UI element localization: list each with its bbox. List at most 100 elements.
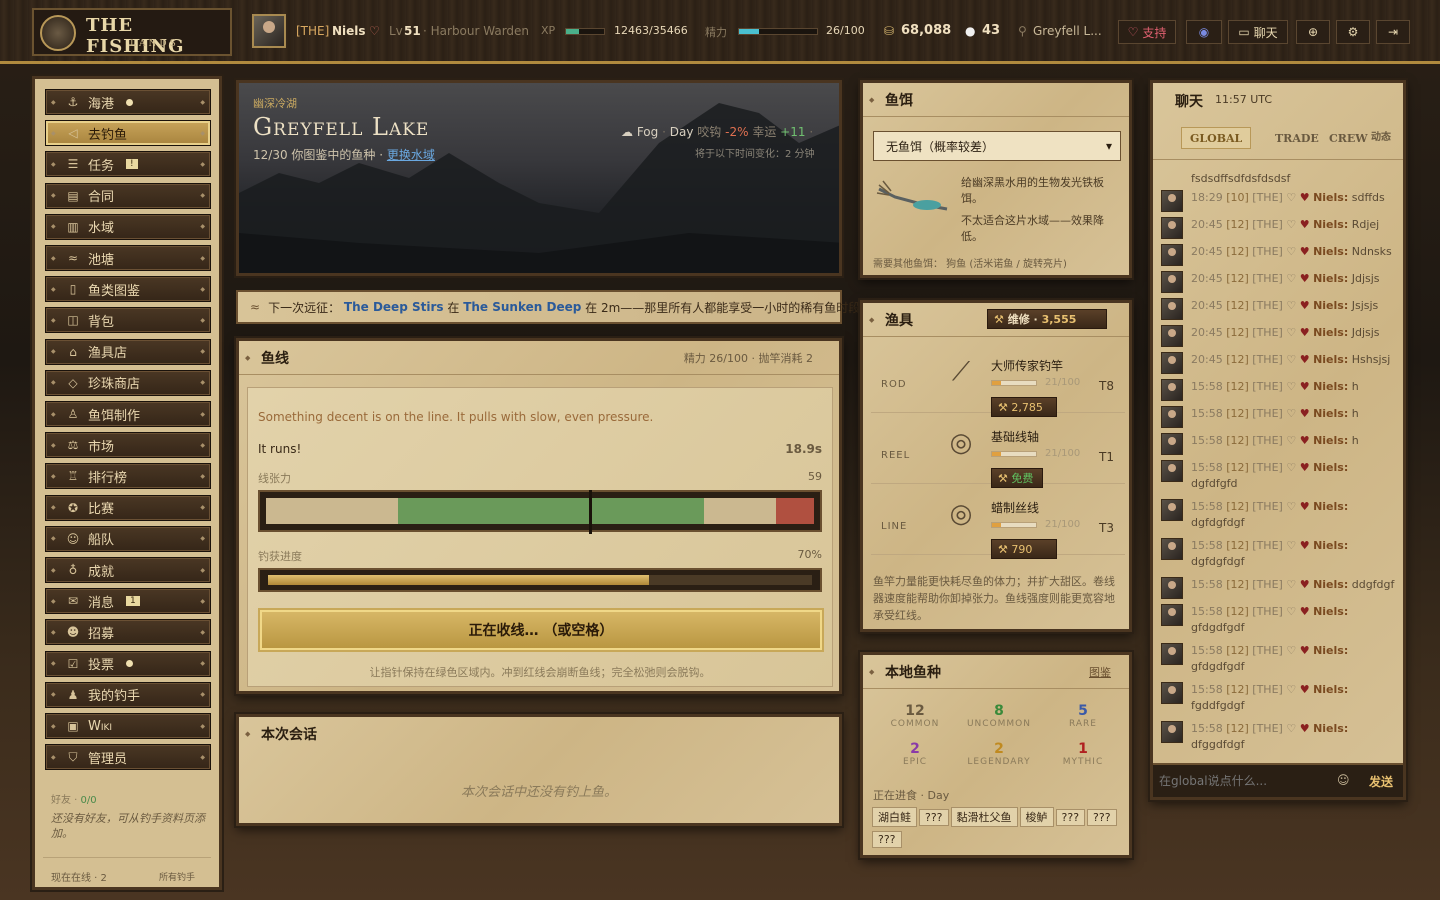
sidebar-item-6[interactable]: ▯ 鱼类图鉴 bbox=[45, 276, 211, 303]
chat-avatar[interactable] bbox=[1161, 460, 1183, 482]
msg-author[interactable]: Niels: bbox=[1313, 272, 1348, 285]
chat-avatar[interactable] bbox=[1161, 379, 1183, 401]
species-tag[interactable]: ??? bbox=[1055, 809, 1086, 826]
sidebar-item-2[interactable]: ☰ 任务! bbox=[45, 151, 211, 178]
msg-author[interactable]: Niels: bbox=[1313, 605, 1348, 618]
sidebar-item-1[interactable]: ◁ 去钓鱼 bbox=[45, 120, 211, 147]
chat-avatar[interactable] bbox=[1161, 325, 1183, 347]
current-location[interactable]: Greyfell L... bbox=[1033, 24, 1102, 38]
chat-avatar[interactable] bbox=[1161, 604, 1183, 626]
chat-avatar[interactable] bbox=[1161, 433, 1183, 455]
chat-avatar[interactable] bbox=[1161, 244, 1183, 266]
chat-avatar[interactable] bbox=[1161, 190, 1183, 212]
sidebar-item-20[interactable]: ▣ Wiki bbox=[45, 713, 211, 739]
chat-avatar[interactable] bbox=[1161, 352, 1183, 374]
sidebar-item-12[interactable]: ♖ 排行榜 bbox=[45, 463, 211, 490]
game-logo[interactable]: THE FISHING LANDS bbox=[32, 8, 232, 57]
sidebar-item-0[interactable]: ⚓ 海港 bbox=[45, 89, 211, 115]
chat-avatar[interactable] bbox=[1161, 406, 1183, 428]
chat-tab-2[interactable]: CREW bbox=[1321, 127, 1376, 149]
chat-avatar[interactable] bbox=[1161, 217, 1183, 239]
chat-avatar[interactable] bbox=[1161, 721, 1183, 743]
msg-time: 15:58 bbox=[1191, 461, 1223, 474]
send-button[interactable]: 发送 bbox=[1369, 773, 1393, 790]
species-tag[interactable]: ??? bbox=[919, 809, 949, 826]
msg-author[interactable]: Niels: bbox=[1313, 245, 1348, 258]
sidebar-item-5[interactable]: ≈ 池塘 bbox=[45, 245, 211, 271]
expedition-place[interactable]: The Sunken Deep bbox=[463, 300, 581, 314]
lake-region: 幽深冷湖 bbox=[253, 97, 297, 110]
sidebar-item-3[interactable]: ▤ 合同 bbox=[45, 182, 211, 209]
msg-author[interactable]: Niels: bbox=[1313, 461, 1348, 474]
species-tag[interactable]: ??? bbox=[872, 831, 902, 848]
durability-bar bbox=[991, 380, 1037, 386]
sidebar-item-8[interactable]: ⌂ 渔具店 bbox=[45, 338, 211, 365]
bait-need: 需要其他鱼饵： 狗鱼 (活米诺鱼 / 旋转亮片) bbox=[873, 259, 1067, 270]
sidebar-item-4[interactable]: ▥ 水域 bbox=[45, 213, 211, 240]
bait-select[interactable]: 无鱼饵（概率较差） ▾ bbox=[873, 131, 1121, 161]
chat-tab-0[interactable]: GLOBAL bbox=[1181, 127, 1252, 149]
expedition-event[interactable]: The Deep Stirs bbox=[344, 300, 444, 314]
msg-author[interactable]: Niels: bbox=[1313, 407, 1348, 420]
chat-avatar[interactable] bbox=[1161, 538, 1183, 560]
msg-author[interactable]: Niels: bbox=[1313, 218, 1348, 231]
msg-author[interactable]: Niels: bbox=[1313, 191, 1348, 204]
sidebar-item-15[interactable]: ♁ 成就 bbox=[45, 557, 211, 583]
sidebar-item-18[interactable]: ☑ 投票 bbox=[45, 650, 211, 677]
msg-author[interactable]: Niels: bbox=[1313, 683, 1348, 696]
sidebar-item-21[interactable]: ⛉ 管理员 bbox=[45, 744, 211, 771]
msg-author[interactable]: Niels: bbox=[1313, 644, 1348, 657]
msg-author[interactable]: Niels: bbox=[1313, 380, 1348, 393]
language-button[interactable]: ⊕ bbox=[1296, 20, 1330, 44]
logout-button[interactable]: ⇥ bbox=[1376, 20, 1410, 44]
codex-link[interactable]: 图鉴 bbox=[1089, 664, 1111, 680]
species-tag[interactable]: 湖白鲑 bbox=[872, 807, 917, 827]
chat-input[interactable] bbox=[1159, 769, 1329, 793]
chat-avatar[interactable] bbox=[1161, 682, 1183, 704]
msg-text: h bbox=[1351, 434, 1359, 447]
species-tag[interactable]: 黏滑杜父鱼 bbox=[950, 807, 1018, 827]
chat-toggle-button[interactable]: ▭ 聊天 bbox=[1228, 20, 1288, 44]
msg-author[interactable]: Niels: bbox=[1313, 500, 1348, 513]
discord-button[interactable]: ◉ bbox=[1186, 20, 1222, 44]
chat-avatar[interactable] bbox=[1161, 577, 1183, 599]
sidebar-item-11[interactable]: ⚖ 市场 bbox=[45, 432, 211, 459]
sidebar-item-13[interactable]: ✪ 比赛 bbox=[45, 494, 211, 521]
species-tag[interactable]: 梭鲈 bbox=[1019, 807, 1054, 827]
all-anglers-link[interactable]: 所有钓手 bbox=[159, 870, 195, 883]
sidebar-item-19[interactable]: ♟ 我的钓手 bbox=[45, 681, 211, 708]
sidebar-item-17[interactable]: ☻ 招募 bbox=[45, 619, 211, 646]
repair-item-button[interactable]: ⚒ 790 bbox=[991, 539, 1057, 559]
species-tag[interactable]: ??? bbox=[1087, 809, 1117, 826]
player-avatar[interactable] bbox=[252, 14, 286, 48]
change-water-link[interactable]: 更换水域 bbox=[387, 148, 435, 162]
msg-author[interactable]: Niels: bbox=[1313, 299, 1348, 312]
chat-message: 15:58 [12] [THE] ♡ ♥ Niels: fgddfgdgf bbox=[1161, 682, 1397, 714]
sidebar-item-14[interactable]: ☺ 船队 bbox=[45, 525, 211, 552]
chat-avatar[interactable] bbox=[1161, 499, 1183, 521]
msg-author[interactable]: Niels: bbox=[1313, 722, 1348, 735]
msg-author[interactable]: Niels: bbox=[1313, 539, 1348, 552]
gear-icon: ⚙ bbox=[1347, 25, 1359, 39]
shield-icon: ⛉ bbox=[68, 749, 78, 764]
chat-tab-1[interactable]: TRADE bbox=[1267, 127, 1327, 149]
msg-author[interactable]: Niels: bbox=[1313, 578, 1348, 591]
player-name[interactable]: Niels bbox=[332, 24, 366, 38]
emoji-icon[interactable]: ☺ bbox=[1337, 773, 1350, 787]
chat-avatar[interactable] bbox=[1161, 643, 1183, 665]
repair-all-button[interactable]: ⚒ 维修 · 3,555 bbox=[987, 309, 1107, 329]
sidebar-item-16[interactable]: ✉ 消息 1 bbox=[45, 588, 211, 615]
rarity-label: COMMON bbox=[890, 719, 940, 729]
reel-button[interactable]: 正在收线… （或空格） bbox=[258, 608, 824, 652]
support-button[interactable]: ♡ 支持 bbox=[1118, 20, 1176, 44]
settings-button[interactable]: ⚙ bbox=[1336, 20, 1370, 44]
chat-avatar[interactable] bbox=[1161, 298, 1183, 320]
msg-author[interactable]: Niels: bbox=[1313, 353, 1348, 366]
sidebar-item-7[interactable]: ◫ 背包 bbox=[45, 307, 211, 334]
chat-avatar[interactable] bbox=[1161, 271, 1183, 293]
msg-author[interactable]: Niels: bbox=[1313, 434, 1348, 447]
sidebar-item-10[interactable]: ♙ 鱼饵制作 bbox=[45, 401, 211, 427]
sidebar-item-9[interactable]: ◇ 珍珠商店 bbox=[45, 369, 211, 396]
chat-tab-3[interactable]: 动态 bbox=[1371, 127, 1391, 149]
msg-author[interactable]: Niels: bbox=[1313, 326, 1348, 339]
